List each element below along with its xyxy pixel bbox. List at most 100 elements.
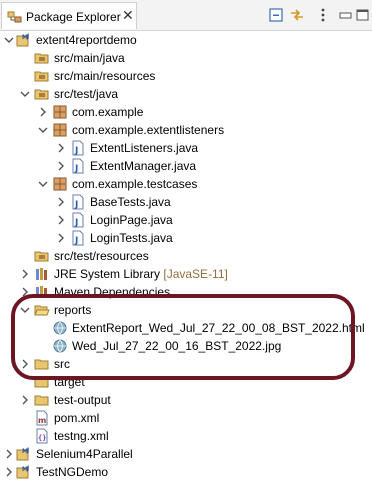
tree-row-label: Wed_Jul_27_22_00_16_BST_2022.jpg [72, 339, 282, 353]
svg-text:J: J [26, 33, 29, 40]
source-folder-icon [34, 251, 49, 262]
tree-row-testngdemo[interactable]: M J TestNGDemo [0, 463, 372, 481]
maximize-icon[interactable] [355, 7, 371, 23]
library-name: JRE System Library [54, 267, 161, 281]
svg-text:m: m [38, 416, 46, 425]
tree-row-label: TestNGDemo [36, 465, 109, 479]
tree-row-basetests-java[interactable]: J BaseTests.java [0, 193, 372, 211]
tree-row-maven-dependencies[interactable]: Maven Dependencies [0, 283, 372, 301]
tree-row-label: ExtentManager.java [90, 159, 197, 173]
tree-row-screenshot-jpg[interactable]: Wed_Jul_27_22_00_16_BST_2022.jpg [0, 337, 372, 355]
folder-icon [34, 359, 49, 370]
tree-row-com-example[interactable]: com.example [0, 103, 372, 121]
tree-row-label: com.example [72, 105, 144, 119]
view-title-bar: Package Explorer ✕ [0, 0, 372, 31]
tab-package-explorer[interactable]: Package Explorer ✕ [1, 2, 137, 29]
tree-row-extentmanager-java[interactable]: J ExtentManager.java [0, 157, 372, 175]
tree-row-label: Maven Dependencies [54, 285, 171, 299]
svg-text:J: J [26, 447, 29, 454]
maven-project-icon: M J [16, 447, 29, 461]
close-icon[interactable]: ✕ [122, 7, 134, 23]
chevron-down-icon[interactable] [4, 35, 14, 45]
library-icon [36, 286, 47, 298]
tree-row-label: test-output [54, 393, 111, 407]
tree-row-jre-system-library[interactable]: JRE System Library [JavaSE-11] [0, 265, 372, 283]
tab-label: Package Explorer [26, 10, 121, 24]
java-file-icon: J [72, 140, 84, 156]
decoration-label: [JavaSE-11] [163, 267, 228, 281]
chevron-down-icon[interactable] [38, 125, 48, 135]
tree-row-loginpage-java[interactable]: J LoginPage.java [0, 211, 372, 229]
chevron-right-icon[interactable] [56, 197, 66, 207]
tree-row-extentreport-html[interactable]: ExtentReport_Wed_Jul_27_22_00_08_BST_202… [0, 319, 372, 337]
image-file-icon [53, 339, 67, 353]
tree-row-label: LoginTests.java [90, 231, 173, 245]
tree-row-testng-xml[interactable]: {} testng.xml [0, 427, 372, 445]
folder-icon [34, 377, 49, 388]
java-file-icon: J [72, 230, 84, 246]
source-folder-icon [34, 71, 49, 82]
minimize-icon[interactable] [338, 7, 354, 23]
source-folder-icon [34, 89, 49, 100]
svg-text:J: J [26, 465, 29, 472]
chevron-right-icon[interactable] [56, 215, 66, 225]
package-icon [53, 105, 67, 119]
chevron-right-icon[interactable] [38, 107, 48, 117]
web-file-icon [53, 321, 67, 335]
chevron-right-icon[interactable] [4, 449, 14, 459]
tree-row-src-main-resources[interactable]: src/main/resources [0, 67, 372, 85]
view-menu-icon[interactable] [315, 7, 331, 23]
chevron-right-icon[interactable] [20, 287, 30, 297]
collapse-all-icon[interactable] [268, 7, 284, 23]
folder-icon [34, 395, 49, 406]
tree-row-label: testng.xml [54, 429, 109, 443]
package-icon [53, 177, 67, 191]
tree-row-label: ExtentReport_Wed_Jul_27_22_00_08_BST_202… [72, 321, 365, 335]
tree-row-target[interactable]: target [0, 373, 372, 391]
chevron-down-icon[interactable] [20, 305, 30, 315]
link-with-editor-icon[interactable] [289, 7, 305, 23]
tree-row-label: extent4reportdemo [36, 33, 137, 47]
tree-row-label: BaseTests.java [90, 195, 171, 209]
tree-row-src-main-java[interactable]: src/main/java [0, 49, 372, 67]
tree-row-label: LoginPage.java [90, 213, 173, 227]
chevron-right-icon[interactable] [20, 269, 30, 279]
java-file-icon: J [72, 194, 84, 210]
package-explorer-icon [7, 11, 22, 23]
tree-row-com-example-extentlisteners[interactable]: com.example.extentlisteners [0, 121, 372, 139]
svg-text:J: J [74, 146, 78, 156]
chevron-down-icon[interactable] [38, 179, 48, 189]
tree-row-label: reports [54, 303, 92, 317]
java-file-icon: J [72, 212, 84, 228]
package-icon [53, 123, 67, 137]
chevron-right-icon[interactable] [20, 359, 30, 369]
tree-row-label: com.example.extentlisteners [72, 123, 225, 137]
tree-row-label: src/test/java [54, 87, 119, 101]
chevron-right-icon[interactable] [56, 143, 66, 153]
folder-open-icon [34, 305, 50, 316]
maven-pom-icon: m [36, 410, 48, 426]
chevron-right-icon[interactable] [4, 467, 14, 477]
tree-row-extent4reportdemo[interactable]: M J extent4reportdemo [0, 31, 372, 49]
tree-row-selenium4parallel[interactable]: M J Selenium4Parallel [0, 445, 372, 463]
tree-row-label: target [54, 375, 85, 389]
tree-row-com-example-testcases[interactable]: com.example.testcases [0, 175, 372, 193]
tree-row-test-output[interactable]: test-output [0, 391, 372, 409]
tree-row-pom-xml[interactable]: m pom.xml [0, 409, 372, 427]
chevron-right-icon[interactable] [56, 233, 66, 243]
tree-row-extentlisteners-java[interactable]: J ExtentListeners.java [0, 139, 372, 157]
chevron-right-icon[interactable] [56, 161, 66, 171]
tree-row-label: pom.xml [54, 411, 100, 425]
svg-text:J: J [74, 164, 78, 174]
tree-row-label: src/test/resources [54, 249, 149, 263]
tree-row-src-test-resources[interactable]: src/test/resources [0, 247, 372, 265]
tree-row-src[interactable]: src [0, 355, 372, 373]
tree-row-label: src/main/resources [54, 69, 156, 83]
xml-file-icon: {} [36, 428, 48, 444]
chevron-down-icon[interactable] [20, 89, 30, 99]
tree-row-logintests-java[interactable]: J LoginTests.java [0, 229, 372, 247]
tree-row-reports[interactable]: reports [0, 301, 372, 319]
tree-row-src-test-java[interactable]: src/test/java [0, 85, 372, 103]
svg-text:J: J [74, 218, 78, 228]
chevron-right-icon[interactable] [20, 395, 30, 405]
